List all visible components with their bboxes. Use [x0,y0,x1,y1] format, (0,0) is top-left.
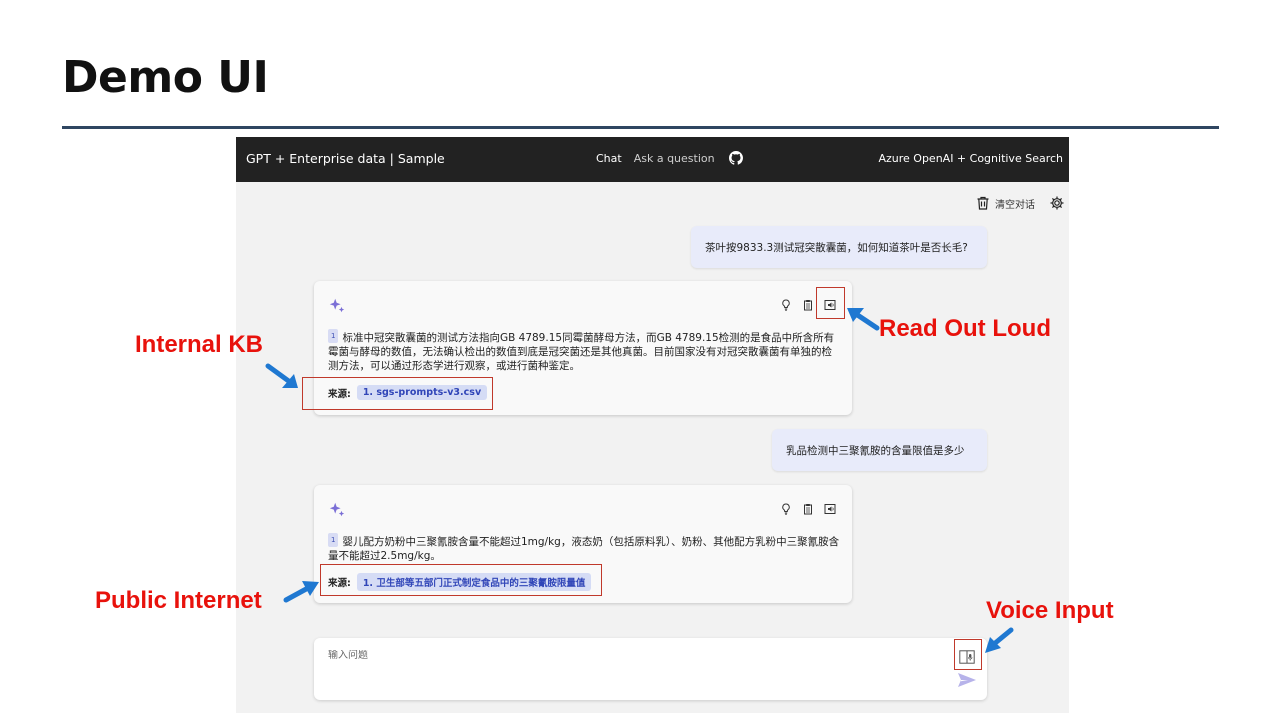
user-message: 茶叶按9833.3测试冠突散囊菌，如何知道茶叶是否长毛? [691,226,987,268]
callout-public-internet: Public Internet [95,587,262,614]
question-input-box [314,638,987,700]
app-brand[interactable]: GPT + Enterprise data | Sample [246,151,445,166]
callout-voice-input: Voice Input [986,597,1114,624]
callout-internal-kb: Internal KB [135,331,264,358]
lightbulb-icon[interactable] [780,503,792,515]
clipboard-icon[interactable] [802,299,814,311]
user-message: 乳品检测中三聚氰胺的含量限值是多少 [772,429,987,471]
github-icon[interactable] [728,151,743,165]
gear-icon[interactable] [1049,195,1065,211]
main-nav: Chat Ask a question [596,151,743,165]
app-window: GPT + Enterprise data | Sample Chat Ask … [236,137,1069,713]
citation-marker[interactable]: 1 [328,533,339,547]
speaker-icon[interactable] [824,503,836,515]
answer-actions [770,503,836,515]
nav-ask-link[interactable]: Ask a question [634,152,715,165]
answer-body: 婴儿配方奶粉中三聚氰胺含量不能超过1mg/kg，液态奶（包括原料乳）、奶粉、其他… [328,536,840,562]
arrow-read-out-loud [847,308,880,331]
citation-marker[interactable]: 1 [328,329,339,343]
title-divider [62,126,1219,129]
send-icon[interactable] [957,672,977,688]
slide: Demo UI GPT + Enterprise data | Sample C… [0,0,1280,720]
clear-chat-button[interactable]: 清空对话 [995,196,1035,211]
arrow-internal-kb [265,363,298,388]
highlight-internal-kb [302,377,493,410]
highlight-voice-input [954,639,982,670]
question-input[interactable] [328,650,888,661]
sparkle-icon [329,298,345,313]
chat-toolbar: 清空对话 [975,195,1065,211]
slide-title: Demo UI [62,52,269,103]
user-message-text: 茶叶按9833.3测试冠突散囊菌，如何知道茶叶是否长毛? [705,241,968,254]
answer-text: 1 标准中冠突散囊菌的测试方法指向GB 4789.15同霉菌酵母方法，而GB 47… [328,329,842,373]
highlight-read-out-loud [816,287,845,319]
trash-icon[interactable] [975,195,991,211]
lightbulb-icon[interactable] [780,299,792,311]
answer-body: 标准中冠突散囊菌的测试方法指向GB 4789.15同霉菌酵母方法，而GB 478… [328,332,835,372]
answer-text: 1 婴儿配方奶粉中三聚氰胺含量不能超过1mg/kg，液态奶（包括原料乳）、奶粉、其… [328,533,842,563]
callout-read-out-loud: Read Out Loud [879,315,1051,342]
app-subtitle: Azure OpenAI + Cognitive Search [878,152,1063,165]
arrow-public-internet [283,581,319,603]
clipboard-icon[interactable] [802,503,814,515]
highlight-public-internet [320,564,602,596]
arrow-voice-input [985,627,1014,653]
top-nav-bar: GPT + Enterprise data | Sample Chat Ask … [236,137,1069,182]
nav-chat-link[interactable]: Chat [596,152,622,165]
sparkle-icon [329,502,345,517]
user-message-text: 乳品检测中三聚氰胺的含量限值是多少 [786,444,965,457]
